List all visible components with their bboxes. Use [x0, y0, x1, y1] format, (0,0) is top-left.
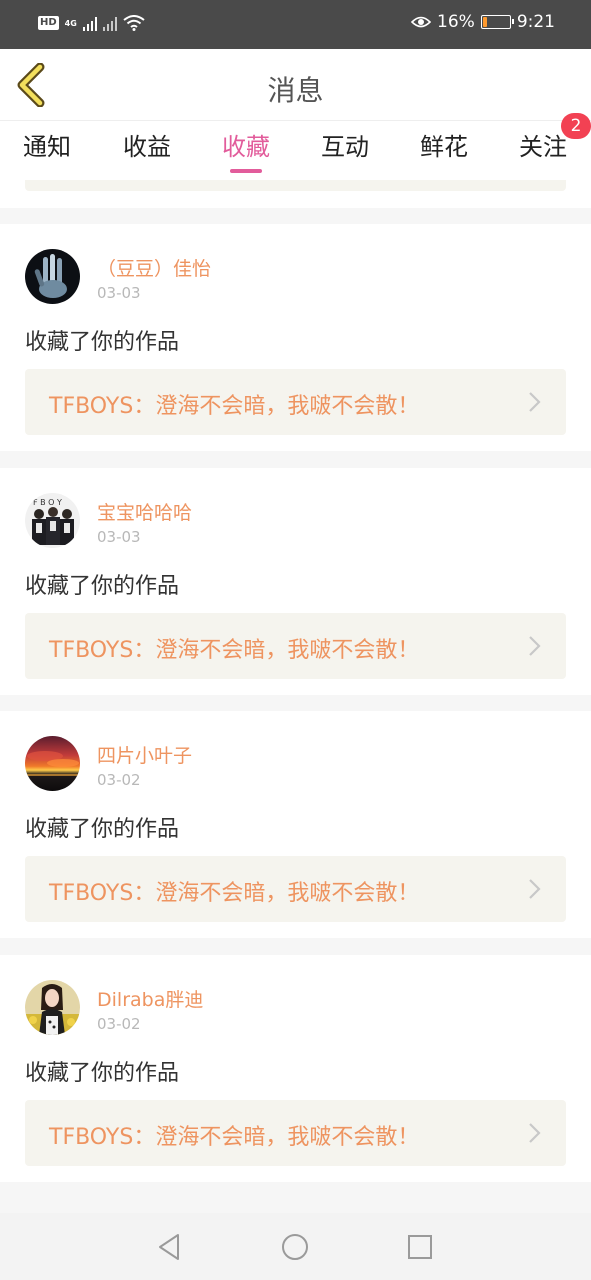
chevron-right-icon — [529, 392, 541, 412]
chevron-right-icon — [529, 636, 541, 656]
username[interactable]: 四片小叶子 — [97, 741, 192, 768]
work-link[interactable]: TFBOYS：澄海不会暗，我啵不会散！ — [25, 369, 566, 435]
status-bar: HD 4G 16% 9:21 — [0, 0, 591, 49]
chevron-right-icon — [529, 879, 541, 899]
list-item: （豆豆）佳怡 03-03 收藏了你的作品 TFBOYS：澄海不会暗，我啵不会散！ — [0, 224, 591, 451]
system-nav-bar — [0, 1213, 591, 1280]
nav-back-icon[interactable] — [153, 1231, 185, 1263]
battery-percent: 16% — [437, 12, 475, 32]
tab-favorites[interactable]: 收藏 — [206, 131, 286, 173]
avatar[interactable] — [25, 736, 80, 791]
hd-indicator: HD — [38, 16, 59, 30]
avatar[interactable] — [25, 980, 80, 1035]
tab-interactions[interactable]: 互动 — [305, 131, 385, 163]
work-title: TFBOYS：澄海不会暗，我啵不会散！ — [49, 394, 420, 419]
list-item: Dilraba胖迪 03-02 收藏了你的作品 TFBOYS：澄海不会暗，我啵不… — [0, 955, 591, 1182]
work-link[interactable]: TFBOYS：澄海不会暗，我啵不会散！ — [25, 613, 566, 679]
list-item-partial — [0, 180, 591, 208]
username[interactable]: 宝宝哈哈哈 — [97, 498, 192, 525]
signal-icon-2 — [102, 15, 117, 31]
wifi-icon — [123, 15, 145, 31]
action-text: 收藏了你的作品 — [25, 817, 180, 842]
tab-notifications[interactable]: 通知 — [7, 131, 87, 163]
status-left: HD 4G — [38, 15, 145, 31]
list-item: 四片小叶子 03-02 收藏了你的作品 TFBOYS：澄海不会暗，我啵不会散！ — [0, 711, 591, 938]
timestamp: 03-03 — [97, 528, 141, 546]
work-title: TFBOYS：澄海不会暗，我啵不会散！ — [49, 881, 420, 906]
timestamp: 03-02 — [97, 771, 141, 789]
app-header: 消息 — [0, 49, 591, 121]
status-right: 16% 9:21 — [411, 12, 555, 32]
tab-earnings[interactable]: 收益 — [107, 131, 187, 163]
signal-icon — [82, 15, 97, 31]
follow-badge: 2 — [561, 113, 591, 139]
action-text: 收藏了你的作品 — [25, 574, 180, 599]
network-type: 4G — [64, 18, 77, 28]
tab-flowers[interactable]: 鲜花 — [404, 131, 484, 163]
tab-bar: 通知 收益 收藏 互动 鲜花 关注 — [0, 121, 591, 180]
work-title: TFBOYS：澄海不会暗，我啵不会散！ — [49, 1125, 420, 1150]
chevron-right-icon — [529, 1123, 541, 1143]
timestamp: 03-03 — [97, 284, 141, 302]
svg-text:F B O Y: F B O Y — [33, 498, 62, 507]
work-link[interactable]: TFBOYS：澄海不会暗，我啵不会散！ — [25, 856, 566, 922]
clock: 9:21 — [516, 12, 555, 32]
battery-level — [482, 17, 488, 27]
battery-icon — [480, 15, 514, 29]
avatar[interactable] — [25, 249, 80, 304]
action-text: 收藏了你的作品 — [25, 1061, 180, 1086]
work-title: TFBOYS：澄海不会暗，我啵不会散！ — [49, 638, 420, 663]
nav-home-icon[interactable] — [279, 1231, 311, 1263]
eye-icon — [411, 16, 432, 28]
list-item: F B O Y 宝宝哈哈哈 03-03 收藏了你的作品 TFBOYS：澄海不会暗… — [0, 468, 591, 695]
work-link[interactable]: TFBOYS：澄海不会暗，我啵不会散！ — [25, 1100, 566, 1166]
timestamp: 03-02 — [97, 1015, 141, 1033]
avatar[interactable]: F B O Y — [25, 493, 80, 548]
nav-recents-icon[interactable] — [404, 1231, 436, 1263]
work-link-partial[interactable] — [25, 180, 566, 191]
username[interactable]: Dilraba胖迪 — [97, 985, 203, 1012]
page-title: 消息 — [267, 74, 324, 107]
username[interactable]: （豆豆）佳怡 — [97, 254, 211, 281]
action-text: 收藏了你的作品 — [25, 330, 180, 355]
